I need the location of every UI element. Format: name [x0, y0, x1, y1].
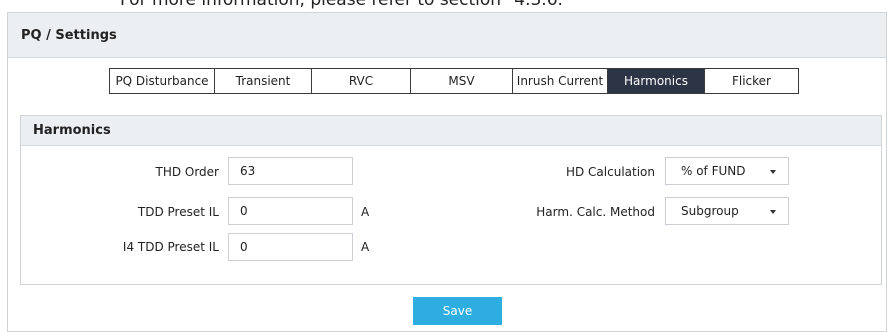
section-title: Harmonics	[33, 123, 111, 138]
i4-tdd-preset-unit: A	[361, 240, 370, 254]
tab-inrush-current[interactable]: Inrush Current	[513, 69, 608, 93]
harm-method-select[interactable]: Subgroup	[665, 197, 789, 225]
tab-transient[interactable]: Transient	[215, 69, 312, 93]
tdd-preset-input[interactable]: 0	[228, 197, 353, 225]
i4-tdd-preset-input[interactable]: 0	[228, 233, 353, 261]
save-button[interactable]: Save	[413, 297, 502, 325]
caret-down-icon	[770, 170, 776, 174]
harm-method-value: Subgroup	[681, 204, 739, 218]
tab-msv[interactable]: MSV	[411, 69, 513, 93]
settings-tabs: PQ Disturbance Transient RVC MSV Inrush …	[109, 68, 799, 94]
top-note: For more information, please refer to se…	[120, 0, 571, 10]
harm-method-label: Harm. Calc. Method	[536, 205, 655, 219]
panel-header: PQ / Settings	[8, 13, 886, 58]
caret-down-icon	[770, 210, 776, 214]
hd-calculation-value: % of FUND	[681, 164, 746, 178]
thd-order-label: THD Order	[155, 165, 219, 179]
thd-order-input[interactable]: 63	[228, 157, 353, 185]
section-header: Harmonics	[21, 116, 881, 146]
tab-pq-disturbance[interactable]: PQ Disturbance	[110, 69, 215, 93]
tab-rvc[interactable]: RVC	[312, 69, 411, 93]
tdd-preset-unit: A	[361, 205, 370, 219]
hd-calculation-select[interactable]: % of FUND	[665, 157, 789, 185]
i4-tdd-preset-label: I4 TDD Preset IL	[122, 240, 219, 254]
tab-harmonics[interactable]: Harmonics	[608, 69, 705, 93]
tab-flicker[interactable]: Flicker	[705, 69, 798, 93]
hd-calculation-label: HD Calculation	[565, 165, 655, 179]
tdd-preset-label: TDD Preset IL	[137, 205, 219, 219]
panel-title: PQ / Settings	[21, 27, 117, 43]
